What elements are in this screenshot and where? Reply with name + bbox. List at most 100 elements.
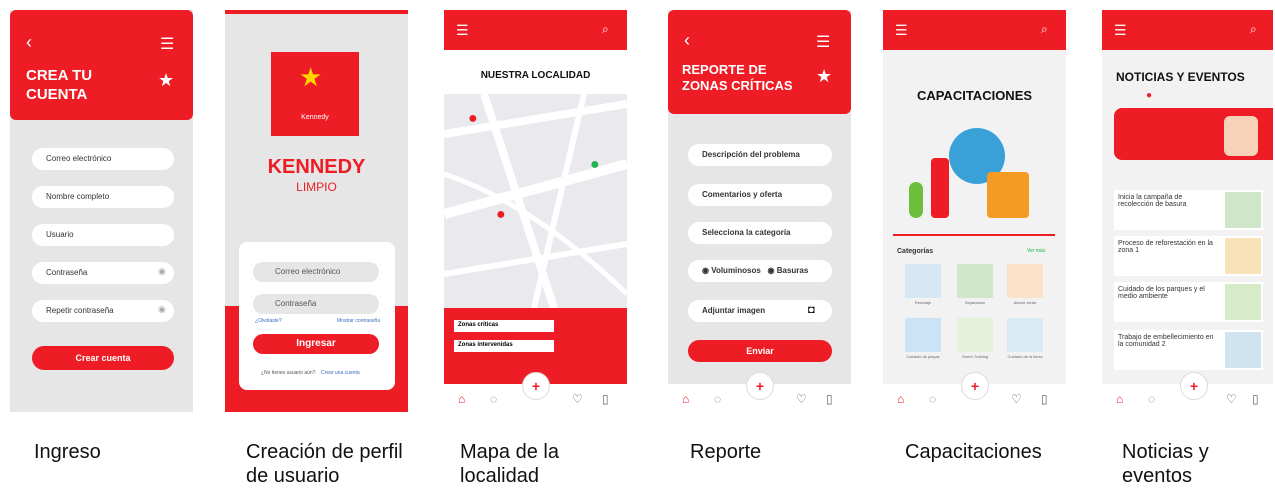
location-pin-icon[interactable]: ● bbox=[468, 110, 478, 128]
fullname-field[interactable]: Nombre completo bbox=[32, 186, 174, 208]
banner[interactable] bbox=[1114, 108, 1273, 160]
hamburger-icon[interactable]: ☰ bbox=[456, 22, 469, 39]
screen-capacitaciones: ☰ ⌕ CAPACITACIONES Categorías Ver más Re… bbox=[883, 10, 1066, 412]
logo-icon: ★ bbox=[816, 66, 833, 86]
search-icon[interactable]: ⌕ bbox=[1250, 22, 1257, 37]
email-field[interactable]: Correo electrónico bbox=[32, 148, 174, 170]
chat-icon[interactable]: ◌ bbox=[929, 392, 936, 406]
category-label: Green Training bbox=[961, 354, 989, 359]
chat-icon[interactable]: ◌ bbox=[714, 392, 721, 406]
comments-field[interactable]: Comentarios y oferta bbox=[688, 184, 832, 206]
category-tile[interactable] bbox=[957, 264, 993, 298]
news-thumbnail bbox=[1225, 192, 1261, 228]
radio-basuras[interactable]: ◉ Basuras bbox=[768, 266, 809, 275]
person-illustration bbox=[1224, 116, 1258, 156]
top-bar bbox=[444, 10, 627, 50]
login-button[interactable]: Ingresar bbox=[253, 334, 379, 354]
hamburger-icon[interactable]: ☰ bbox=[1114, 22, 1127, 39]
description-field[interactable]: Descripción del problema bbox=[688, 144, 832, 166]
top-bar bbox=[1102, 10, 1273, 50]
bottom-nav: ⌂ ◌ + ♡ ▯ bbox=[668, 372, 851, 412]
create-account-button[interactable]: Crear cuenta bbox=[32, 346, 174, 370]
news-item[interactable]: Trabajo de embellecimiento en la comunid… bbox=[1114, 330, 1263, 370]
password-input[interactable]: Contraseña bbox=[253, 294, 379, 314]
bottom-nav: ⌂ ◌ + ♡ ▯ bbox=[883, 372, 1066, 412]
eye-icon[interactable]: ◉ bbox=[158, 304, 166, 315]
category-tile[interactable] bbox=[1007, 264, 1043, 298]
eye-icon[interactable]: ◉ bbox=[158, 266, 166, 277]
forgot-link[interactable]: ¿Olvidaste? bbox=[255, 318, 282, 324]
divider bbox=[893, 234, 1055, 236]
caption-mapa: Mapa de la localidad bbox=[460, 441, 559, 487]
back-arrow-icon[interactable]: ‹ bbox=[684, 30, 690, 51]
see-more-link[interactable]: Ver más bbox=[1027, 248, 1045, 254]
heart-icon[interactable]: ♡ bbox=[1011, 392, 1022, 406]
screen-reporte: ‹ ☰ REPORTE DE ZONAS CRÍTICAS ★ Descripc… bbox=[668, 10, 851, 412]
back-arrow-icon[interactable]: ‹ bbox=[26, 32, 32, 53]
chat-icon[interactable]: ◌ bbox=[490, 392, 497, 406]
category-tile[interactable] bbox=[1007, 318, 1043, 352]
heart-icon[interactable]: ♡ bbox=[572, 392, 583, 406]
camera-icon[interactable]: ◘ bbox=[808, 304, 815, 316]
email-input[interactable]: Correo electrónico bbox=[253, 262, 379, 282]
category-tile[interactable] bbox=[905, 264, 941, 298]
category-tile[interactable] bbox=[905, 318, 941, 352]
news-item[interactable]: Proceso de reforestación en la zona 1 bbox=[1114, 236, 1263, 276]
category-label: Reciclaje bbox=[914, 300, 932, 305]
plus-icon[interactable]: + bbox=[522, 372, 550, 400]
password-field[interactable]: Contraseña bbox=[32, 262, 174, 284]
plus-icon[interactable]: + bbox=[1180, 372, 1208, 400]
username-field[interactable]: Usuario bbox=[32, 224, 174, 246]
page-title: NOTICIAS Y EVENTOS bbox=[1116, 70, 1245, 84]
screen-mapa: ☰ ⌕ NUESTRA LOCALIDAD ● ● ● Zonas crític… bbox=[444, 10, 627, 412]
radio-label: Voluminosos bbox=[711, 266, 761, 275]
news-item[interactable]: Inicia la campaña de recolección de basu… bbox=[1114, 190, 1263, 230]
news-thumbnail bbox=[1225, 238, 1261, 274]
plus-icon[interactable]: + bbox=[746, 372, 774, 400]
screen-noticias: ☰ ⌕ NOTICIAS Y EVENTOS ● Inicia la campa… bbox=[1102, 10, 1273, 412]
bookmark-icon[interactable]: ▯ bbox=[1252, 392, 1259, 406]
caption-capacitaciones: Capacitaciones bbox=[905, 441, 1042, 463]
category-field[interactable]: Selecciona la categoría bbox=[688, 222, 832, 244]
home-icon[interactable]: ⌂ bbox=[682, 392, 689, 406]
submit-button[interactable]: Enviar bbox=[688, 340, 832, 362]
app-logo: ★ Kennedy bbox=[271, 52, 359, 136]
recycle-bin-icon bbox=[987, 172, 1029, 218]
bookmark-icon[interactable]: ▯ bbox=[1041, 392, 1048, 406]
tree-icon bbox=[909, 182, 923, 218]
show-password-link[interactable]: Mostrar contraseña bbox=[337, 318, 380, 324]
brand-title: KENNEDY bbox=[267, 156, 366, 178]
legend-critical: Zonas críticas bbox=[454, 320, 554, 332]
news-title: Inicia la campaña de recolección de basu… bbox=[1118, 194, 1187, 208]
plus-icon[interactable]: + bbox=[961, 372, 989, 400]
home-icon[interactable]: ⌂ bbox=[458, 392, 465, 406]
category-label: Cuidado de la tierra bbox=[1007, 354, 1043, 359]
heart-icon[interactable]: ♡ bbox=[1226, 392, 1237, 406]
search-icon[interactable]: ⌕ bbox=[1041, 22, 1048, 37]
home-icon[interactable]: ⌂ bbox=[897, 392, 904, 406]
screen-ingreso: ‹ ☰ CREA TU CUENTA ★ Correo electrónico … bbox=[10, 10, 193, 412]
hamburger-icon[interactable]: ☰ bbox=[895, 22, 908, 39]
bookmark-icon[interactable]: ▯ bbox=[602, 392, 609, 406]
home-icon[interactable]: ⌂ bbox=[1116, 392, 1123, 406]
category-tile[interactable] bbox=[957, 318, 993, 352]
news-thumbnail bbox=[1225, 284, 1261, 320]
caption-noticias: Noticias y eventos bbox=[1122, 441, 1209, 487]
heart-icon[interactable]: ♡ bbox=[796, 392, 807, 406]
search-icon[interactable]: ⌕ bbox=[602, 22, 609, 37]
hamburger-icon[interactable]: ☰ bbox=[160, 34, 174, 54]
location-pin-icon[interactable]: ● bbox=[590, 156, 600, 174]
repeat-password-field[interactable]: Repetir contraseña bbox=[32, 300, 174, 322]
location-pin-icon[interactable]: ● bbox=[496, 206, 506, 224]
chat-icon[interactable]: ◌ bbox=[1148, 392, 1155, 406]
radio-voluminosos[interactable]: ◉ Voluminosos bbox=[702, 266, 761, 275]
hamburger-icon[interactable]: ☰ bbox=[816, 32, 830, 52]
news-title: Cuidado de los parques y el medio ambien… bbox=[1118, 286, 1205, 300]
register-link[interactable]: Crear una cuenta bbox=[321, 370, 360, 376]
top-bar bbox=[883, 10, 1066, 50]
bookmark-icon[interactable]: ▯ bbox=[826, 392, 833, 406]
news-item[interactable]: Cuidado de los parques y el medio ambien… bbox=[1114, 282, 1263, 322]
legend-intervened: Zonas intervenidas bbox=[454, 340, 554, 352]
radio-label: Basuras bbox=[776, 266, 809, 275]
categories-label[interactable]: Categorías bbox=[897, 248, 933, 255]
